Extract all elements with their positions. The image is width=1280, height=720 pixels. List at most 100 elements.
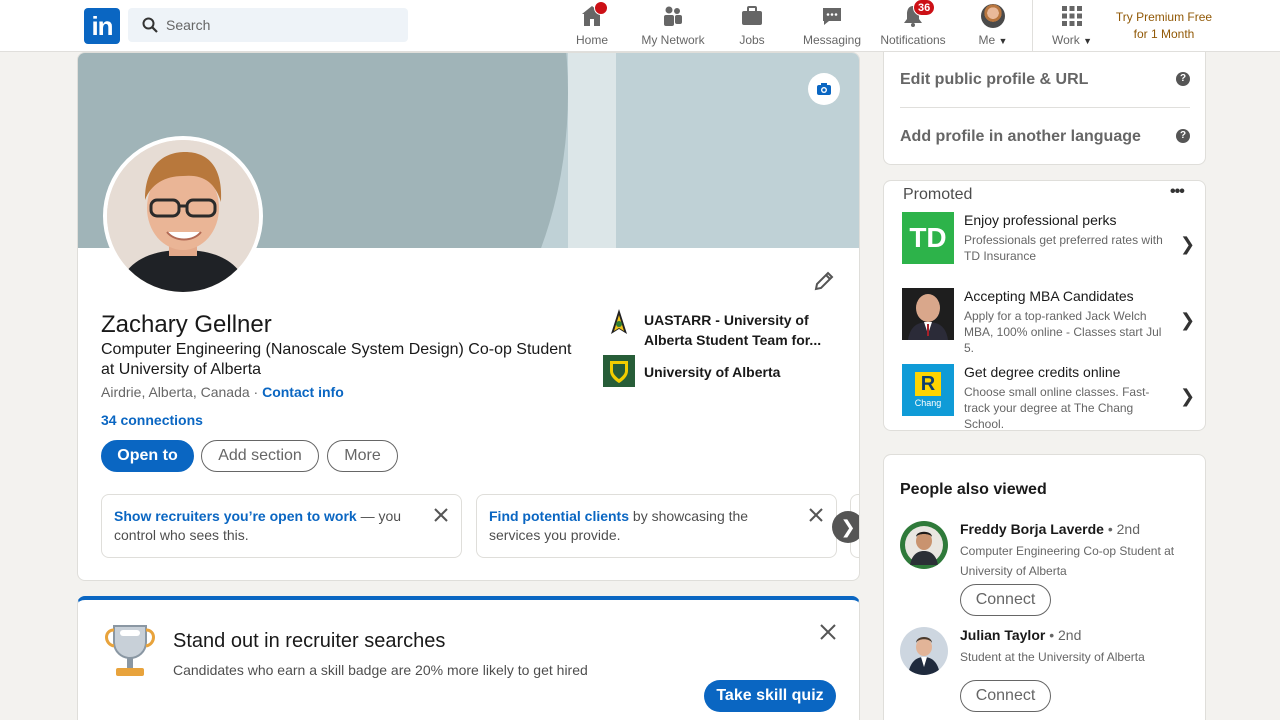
contact-info-link[interactable]: Contact info <box>262 384 344 400</box>
help-icon[interactable]: ? <box>1176 72 1190 86</box>
skill-card-title: Stand out in recruiter searches <box>173 630 446 652</box>
ad-td-insurance[interactable]: TD Enjoy professional perks Professional… <box>902 212 1197 268</box>
profile-location: Airdrie, Alberta, Canada <box>101 384 250 400</box>
nav-divider <box>1032 0 1033 52</box>
connections-link[interactable]: 34 connections <box>101 412 203 428</box>
edit-banner-button[interactable] <box>808 73 840 105</box>
nav-home[interactable]: Home <box>572 1 612 48</box>
experience-uastarr-name: UASTARR - University of Alberta Student … <box>644 312 822 348</box>
nav-notifications[interactable]: 36 Notifications <box>878 0 948 48</box>
promoted-label: Promoted <box>903 186 973 203</box>
nav-me-label: Me ▼ <box>978 33 1008 47</box>
nav-jobs-label: Jobs <box>739 33 765 47</box>
people-also-viewed-title: People also viewed <box>900 481 1047 498</box>
ad-title: Accepting MBA Candidates <box>964 288 1134 304</box>
search-input[interactable] <box>166 8 396 42</box>
chevron-right-icon: ❯ <box>1180 386 1196 406</box>
profile-photo[interactable] <box>103 136 263 296</box>
avatar <box>900 627 948 675</box>
close-icon[interactable] <box>433 507 449 523</box>
connect-button[interactable]: Connect <box>960 680 1051 712</box>
ad-description: Choose small online classes. Fast-track … <box>964 385 1150 431</box>
search-box[interactable] <box>128 8 408 42</box>
rail-divider <box>900 107 1190 108</box>
nav-jobs[interactable]: Jobs <box>736 4 768 48</box>
close-icon[interactable] <box>818 622 838 642</box>
nav-messaging[interactable]: Messaging <box>803 4 861 48</box>
open-to-button[interactable]: Open to <box>101 440 194 472</box>
home-icon <box>580 1 608 28</box>
search-icon <box>142 17 158 33</box>
jack-welch-photo <box>902 288 954 340</box>
chevron-down-icon: ▼ <box>998 36 1008 46</box>
location-separator: · <box>249 384 263 400</box>
profile-name: Zachary Gellner <box>101 311 272 338</box>
nav-work-label: Work ▼ <box>1051 33 1093 47</box>
chang-school-logo: R Chang <box>902 364 954 416</box>
add-profile-language-link[interactable]: Add profile in another language ? <box>900 128 1190 146</box>
nav-my-network[interactable]: My Network <box>640 4 706 48</box>
ad-jack-welch-mba[interactable]: Accepting MBA Candidates Apply for a top… <box>902 288 1197 355</box>
experience-uastarr[interactable]: UASTARR - University of Alberta Student … <box>603 308 833 352</box>
more-button[interactable]: More <box>327 440 398 472</box>
chevron-right-icon: ❯ <box>1180 234 1196 254</box>
nav-work[interactable]: Work ▼ <box>1049 4 1095 48</box>
td-logo: TD <box>902 212 954 264</box>
profile-card: Zachary Gellner Computer Engineering (Na… <box>77 52 860 581</box>
edit-public-profile-link[interactable]: Edit public profile & URL ? <box>900 71 1190 89</box>
nav-notifications-label: Notifications <box>880 33 946 47</box>
promoted-card: Promoted ••• TD Enjoy professional perks… <box>883 180 1206 431</box>
education-ualberta-name: University of Alberta <box>644 364 781 380</box>
nav-my-network-label: My Network <box>641 33 705 47</box>
bell-icon: 36 <box>901 0 936 28</box>
ad-title: Get degree credits online <box>964 364 1121 380</box>
open-to-work-link[interactable]: Show recruiters you’re open to work <box>114 508 357 524</box>
profile-photo-image <box>107 140 259 292</box>
add-profile-language-label: Add profile in another language <box>900 128 1141 145</box>
ad-description: Professionals get preferred rates with T… <box>964 233 1163 263</box>
ualberta-logo <box>603 355 635 387</box>
premium-line-1: Try Premium Free <box>1115 10 1213 24</box>
carousel-next-button[interactable]: ❯ <box>832 511 859 543</box>
education-ualberta[interactable]: University of Alberta <box>603 355 833 389</box>
people-also-viewed-card: People also viewed Freddy Borja Laverde … <box>883 454 1206 720</box>
help-icon[interactable]: ? <box>1176 129 1190 143</box>
try-premium-link[interactable]: Try Premium Free for 1 Month <box>1110 9 1218 43</box>
take-skill-quiz-button[interactable]: Take skill quiz <box>704 680 836 712</box>
briefcase-icon <box>740 4 764 28</box>
connect-button[interactable]: Connect <box>960 584 1051 616</box>
ad-description: Apply for a top-ranked Jack Welch MBA, 1… <box>964 309 1162 355</box>
person-card[interactable]: Freddy Borja Laverde • 2nd Computer Engi… <box>900 521 1200 616</box>
linkedin-logo[interactable]: in <box>84 8 120 44</box>
open-to-work-tip[interactable]: Show recruiters you’re open to work — yo… <box>101 494 462 558</box>
avatar <box>900 521 948 569</box>
person-name[interactable]: Julian Taylor • 2nd <box>960 627 1081 643</box>
person-name[interactable]: Freddy Borja Laverde • 2nd <box>960 521 1140 537</box>
chevron-down-icon: ▼ <box>1083 36 1093 46</box>
skill-card-subtitle: Candidates who earn a skill badge are 20… <box>173 662 588 678</box>
more-options-icon[interactable]: ••• <box>1170 183 1185 201</box>
person-headline: Computer Engineering Co-op Student at Un… <box>960 544 1175 578</box>
person-card[interactable]: Julian Taylor • 2nd Student at the Unive… <box>900 627 1200 717</box>
profile-location-line: Airdrie, Alberta, Canada · Contact info <box>101 384 344 400</box>
find-clients-link[interactable]: Find potential clients <box>489 508 629 524</box>
ad-chang-school[interactable]: R Chang Get degree credits online Choose… <box>902 364 1197 430</box>
uastarr-logo <box>611 309 627 334</box>
premium-line-2: for 1 Month <box>1133 27 1195 41</box>
close-icon[interactable] <box>808 507 824 523</box>
profile-headline: Computer Engineering (Nanoscale System D… <box>101 341 572 378</box>
profile-links-card: Edit public profile & URL ? Add profile … <box>883 52 1206 165</box>
find-clients-tip[interactable]: Find potential clients by showcasing the… <box>476 494 837 558</box>
nav-home-label: Home <box>575 33 608 47</box>
nav-me[interactable]: Me ▼ <box>975 4 1011 48</box>
add-section-button[interactable]: Add section <box>201 440 319 472</box>
pencil-icon[interactable] <box>812 269 836 293</box>
trophy-icon <box>105 625 155 676</box>
camera-icon <box>817 83 831 95</box>
edit-public-profile-label: Edit public profile & URL <box>900 71 1089 88</box>
top-nav: in Home My Network Jobs Messaging 36 <box>0 0 1280 52</box>
person-headline: Student at the University of Alberta <box>960 650 1145 664</box>
home-notification-dot <box>594 1 608 15</box>
grid-icon <box>1060 4 1084 28</box>
chevron-right-icon: ❯ <box>840 517 856 537</box>
